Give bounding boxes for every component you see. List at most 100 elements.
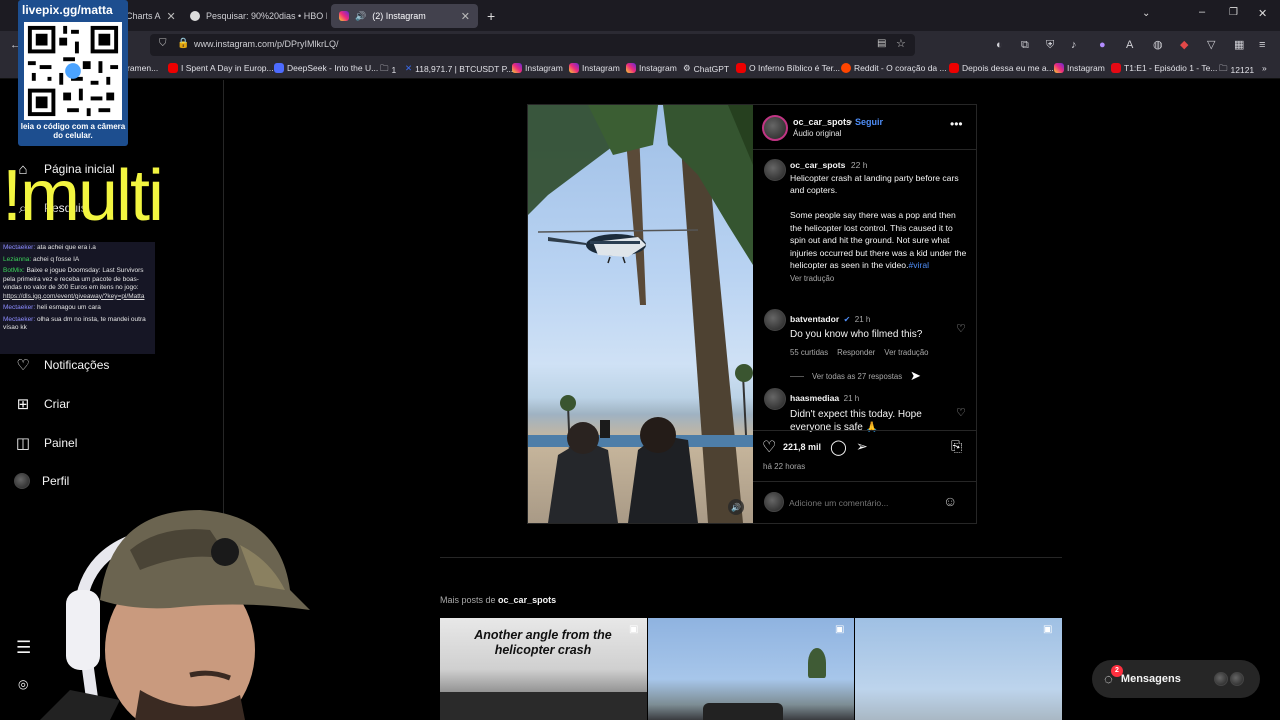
extension-triangle-icon[interactable]: ▽	[1207, 38, 1215, 52]
more-posts-username[interactable]: oc_car_spots	[498, 595, 556, 605]
bookmark-item[interactable]: ⚙ ChatGPT	[683, 63, 729, 74]
more-post-thumbnail[interactable]: ▣	[648, 618, 854, 720]
post-age[interactable]: há 22 horas	[763, 462, 805, 471]
more-menu-icon[interactable]: ☰	[16, 638, 31, 658]
bookmark-item[interactable]: I Spent A Day in Europ...	[168, 63, 274, 73]
tracking-shield-icon[interactable]: ⛉	[159, 38, 167, 49]
commenter-avatar[interactable]	[764, 388, 786, 410]
more-options-icon[interactable]: •••	[950, 117, 963, 131]
close-icon[interactable]: ✕	[167, 10, 176, 23]
close-window-button[interactable]: ✕	[1258, 7, 1267, 20]
comment-username[interactable]: haasmediaa	[790, 393, 839, 403]
streaming-icon	[1111, 63, 1121, 73]
palm-tree-shape	[808, 648, 826, 678]
bookmark-item[interactable]: O Inferno Bíblico é Ter...	[736, 63, 840, 73]
extension-round-icon[interactable]: ◍	[1153, 38, 1163, 52]
commenter-avatar[interactable]	[764, 309, 786, 331]
nav-create[interactable]: ⊞ Criar	[14, 395, 70, 413]
extension-grid-icon[interactable]: ▦	[1234, 38, 1244, 52]
folder-icon: 🗀	[380, 63, 389, 73]
tab-label: (2) Instagram	[372, 11, 426, 21]
nav-notifications[interactable]: ♡ Notificações	[14, 356, 109, 374]
unread-badge: 2	[1111, 664, 1123, 677]
extension-a-icon[interactable]: A	[1126, 38, 1133, 52]
like-count[interactable]: 221,8 mil	[783, 442, 821, 452]
chevron-down-icon[interactable]: ⌄	[1142, 8, 1150, 19]
comment-username[interactable]: batventador	[790, 314, 839, 324]
url-field[interactable]: ⛉ 🔒 www.instagram.com/p/DPryIMlkrLQ/ ▤ ☆	[150, 34, 915, 56]
extension-red-icon[interactable]: ◆	[1180, 38, 1188, 52]
comment-like-heart-icon[interactable]: ♡	[956, 322, 966, 335]
like-heart-icon[interactable]: ♡	[762, 437, 776, 457]
bookmark-item[interactable]: ramen...	[127, 63, 158, 73]
caption-paragraph-1: Helicopter crash at landing party before…	[790, 172, 959, 196]
plus-square-icon: ⊞	[16, 396, 30, 413]
close-icon[interactable]: ✕	[461, 10, 470, 23]
comment-like-heart-icon[interactable]: ♡	[956, 406, 966, 419]
save-bookmark-icon[interactable]: ⎘	[951, 438, 962, 455]
author-username[interactable]: oc_car_spots	[793, 117, 851, 127]
bookmark-folder[interactable]: 🗀 1	[380, 63, 396, 77]
bookmark-item[interactable]: T1:E1 - Episódio 1 - Te...	[1111, 63, 1217, 73]
volume-icon[interactable]: 🔊	[728, 499, 744, 515]
bookmark-star-icon[interactable]: ☆	[896, 37, 906, 50]
restore-button[interactable]: ❐	[1229, 7, 1238, 18]
messages-button[interactable]: ◌ 2 Mensagens	[1092, 660, 1260, 698]
livepix-qr-overlay: livepix.gg/matta leia o código com a câm…	[18, 0, 128, 146]
stream-chat-overlay: Mectaeker: ata achei que era i.a Leziann…	[0, 242, 155, 354]
comment-icon[interactable]: ◯	[830, 438, 847, 456]
comment-likes[interactable]: 55 curtidas	[790, 348, 828, 357]
emoji-icon[interactable]: ☺	[943, 493, 957, 509]
new-tab-button[interactable]: +	[487, 8, 495, 24]
minimize-button[interactable]: –	[1199, 6, 1205, 18]
lock-icon[interactable]: 🔒	[177, 38, 189, 49]
bookmark-item[interactable]: Depois dessa eu me a...	[949, 63, 1054, 73]
comment-translate-link[interactable]: Ver tradução	[884, 348, 928, 357]
reel-icon: ▣	[629, 624, 639, 635]
see-translation-link[interactable]: Ver tradução	[790, 274, 834, 283]
reader-view-icon[interactable]: ▤	[877, 38, 886, 49]
chat-message: Mectaeker: ata achei que era i.a	[3, 244, 96, 251]
nav-dashboard[interactable]: ◫ Painel	[14, 434, 77, 452]
audio-label[interactable]: Áudio original	[793, 129, 841, 138]
nav-profile[interactable]: Perfil	[14, 473, 69, 489]
author-avatar[interactable]	[762, 115, 788, 141]
more-bookmarks-icon[interactable]: »	[1262, 63, 1267, 73]
bookmark-item[interactable]: Instagram	[626, 63, 677, 73]
view-replies-link[interactable]: Ver todas as 27 respostas	[790, 372, 960, 381]
extension-c-icon[interactable]: ◐	[996, 38, 1003, 52]
reel-icon: ▣	[835, 624, 845, 635]
bookmark-item[interactable]: Reddit - O coração da ...	[841, 63, 947, 73]
speaker-icon[interactable]: 🔊	[355, 11, 366, 22]
hashtag-link[interactable]: #viral	[908, 260, 929, 270]
actions-divider	[753, 430, 977, 431]
bookmark-item[interactable]: DeepSeek - Into the U...	[274, 63, 378, 73]
tab-pesquisar[interactable]: Pesquisar: 90%20dias • HBO M ✕	[182, 4, 327, 28]
follow-button[interactable]: Seguir	[855, 117, 883, 127]
more-post-thumbnail[interactable]: ▣	[855, 618, 1062, 720]
chat-link[interactable]: https://dls.igg.com/event/giveaway/?key=…	[3, 293, 144, 300]
bookmark-item[interactable]: Instagram	[1054, 63, 1105, 73]
tab-instagram[interactable]: 🔊 (2) Instagram ✕	[331, 4, 478, 28]
extensions-icon[interactable]: ⧉	[1021, 38, 1029, 52]
more-post-thumbnail[interactable]: Another angle from the helicopter crash …	[440, 618, 647, 720]
chatgpt-icon: ⚙	[683, 63, 691, 73]
input-divider	[753, 481, 977, 482]
comment-input[interactable]	[789, 495, 939, 511]
browser-tab-bar: Charts A ✕ Pesquisar: 90%20dias • HBO M …	[0, 0, 1280, 31]
bookmark-folder[interactable]: 🗀 12121	[1219, 63, 1254, 77]
bookmark-item[interactable]: Instagram	[512, 63, 563, 73]
share-icon[interactable]: ➢	[856, 438, 868, 455]
bookmark-item[interactable]: ✕ 118,971.7 | BTCUSDT P...	[405, 63, 513, 74]
menu-icon[interactable]: ≡	[1259, 38, 1265, 52]
bookmarks-bar: ramen... I Spent A Day in Europ... DeepS…	[0, 59, 1280, 79]
reply-button[interactable]: Responder	[837, 348, 875, 357]
caption-avatar[interactable]	[764, 159, 786, 181]
shield-icon[interactable]: ⛨	[1046, 38, 1054, 52]
caption-username[interactable]: oc_car_spots	[790, 160, 845, 170]
extension-purple-icon[interactable]: ●	[1099, 38, 1106, 52]
threads-icon[interactable]: ◎	[18, 677, 28, 691]
bookmark-item[interactable]: Instagram	[569, 63, 620, 73]
mute-icon[interactable]: ♪	[1071, 38, 1077, 52]
post-video[interactable]: 🔊	[528, 105, 753, 523]
